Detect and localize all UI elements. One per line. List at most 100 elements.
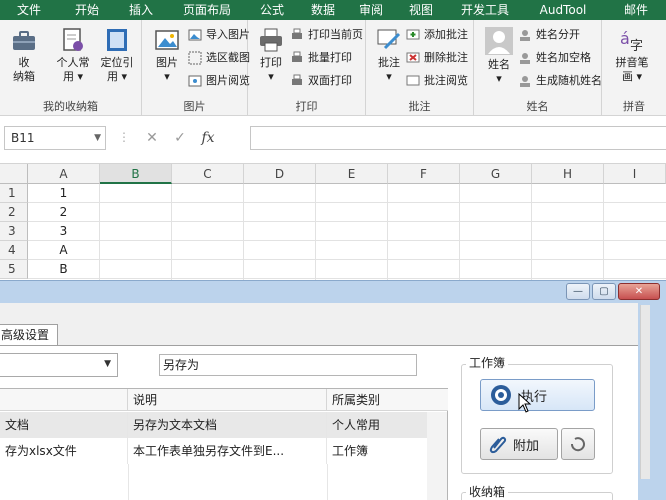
- add-comment-label: 添加批注: [424, 28, 468, 41]
- execute-button[interactable]: 执行: [480, 379, 595, 411]
- picture-button-label: 图片 ▾: [156, 56, 178, 83]
- table-row[interactable]: 存为xlsx文件 本工作表单独另存文件到E... 工作簿: [0, 438, 428, 464]
- locate-reference-label: 定位引 用 ▾: [100, 56, 134, 83]
- tab-developer[interactable]: 开发工具: [450, 0, 520, 20]
- function-table: 说明 所属类别 文档 另存为文本文档 个人常用 存为xlsx文件 本工作表单独另…: [0, 388, 448, 500]
- gear-icon: [491, 385, 511, 405]
- group-picture: 图片 ▾ 导入图片 选区截图 图片阅览 图片: [142, 20, 250, 116]
- fx-icon[interactable]: fx: [194, 130, 222, 146]
- column-header-d[interactable]: D: [244, 164, 316, 184]
- locate-reference-button[interactable]: 定位引 用 ▾: [96, 26, 138, 84]
- cancel-icon[interactable]: ✕: [138, 130, 166, 146]
- batch-print-button[interactable]: 批量打印: [290, 51, 352, 65]
- refresh-button[interactable]: [561, 428, 595, 460]
- random-name-button[interactable]: 生成随机姓名: [518, 74, 602, 88]
- row-header[interactable]: 5: [0, 260, 28, 279]
- name-space-button[interactable]: 姓名加空格: [518, 51, 591, 65]
- comment-button[interactable]: 批注 ▾: [374, 26, 404, 84]
- cell-a2[interactable]: 2: [28, 203, 100, 222]
- locate-panel-icon: [107, 29, 127, 51]
- dialog-scrollbar[interactable]: [640, 305, 650, 479]
- personal-common-label: 个人常 用 ▾: [56, 56, 90, 83]
- tab-formulas[interactable]: 公式: [248, 0, 296, 20]
- category-combo[interactable]: ▼: [0, 353, 118, 377]
- row-name-cell: 文档: [0, 412, 128, 438]
- toolbox-icon: [13, 31, 35, 50]
- tab-advanced-settings[interactable]: 高级设置: [0, 324, 58, 346]
- person-icon: [485, 27, 513, 55]
- tab-panel: ▼ 另存为 说明 所属类别 文档 另存为文本文档 个人常用 存为xlsx文件 本…: [0, 345, 638, 500]
- chevron-down-icon[interactable]: ▼: [104, 359, 111, 369]
- pinyin-stroke-button[interactable]: á 字 拼音笔 画 ▾: [610, 26, 654, 84]
- name-button[interactable]: 姓名 ▾: [482, 26, 516, 86]
- table-header-name[interactable]: [0, 389, 128, 411]
- refresh-icon: [570, 437, 585, 452]
- cell-a1[interactable]: 1: [28, 184, 100, 203]
- name-split-button[interactable]: 姓名分开: [518, 28, 580, 42]
- picture-browse-button[interactable]: 图片阅览: [188, 74, 250, 88]
- import-picture-button[interactable]: 导入图片: [188, 28, 250, 42]
- column-header-g[interactable]: G: [460, 164, 532, 184]
- tab-insert[interactable]: 插入: [116, 0, 166, 20]
- cell-a3[interactable]: 3: [28, 222, 100, 241]
- column-header-i[interactable]: I: [604, 164, 666, 184]
- tab-view[interactable]: 视图: [392, 0, 450, 20]
- table-scrollbar[interactable]: [427, 412, 447, 500]
- column-header-e[interactable]: E: [316, 164, 388, 184]
- storage-group-label: 收纳箱: [466, 483, 509, 500]
- comment-browse-icon: [406, 75, 420, 86]
- worksheet-grid: A B C D E F G H I 1 2 3 4 5 1 2 3 A B: [0, 164, 666, 280]
- table-row[interactable]: 文档 另存为文本文档 个人常用: [0, 412, 428, 438]
- cell-a5[interactable]: B: [28, 260, 100, 279]
- enter-icon[interactable]: ✓: [166, 130, 194, 146]
- close-button[interactable]: ✕: [618, 283, 660, 300]
- chevron-down-icon[interactable]: ▼: [94, 127, 101, 149]
- tab-home[interactable]: 开始: [58, 0, 116, 20]
- tool-dialog: — ▢ ✕ 高级设置 ▼ 另存为 说明 所属类别 文档 另存为文本文档 个人常用…: [0, 280, 666, 500]
- group-comment: 批注 ▾ 添加批注 删除批注 批注阅览 批注: [366, 20, 474, 116]
- window-controls: — ▢ ✕: [566, 283, 660, 300]
- formula-input[interactable]: [250, 126, 666, 150]
- tab-mail[interactable]: 邮件: [606, 0, 666, 20]
- column-header-a[interactable]: A: [28, 164, 100, 184]
- formula-bar: B11 ▼ ⋮ ✕ ✓ fx: [0, 116, 666, 164]
- row-header[interactable]: 1: [0, 184, 28, 203]
- selection-capture-button[interactable]: 选区截图: [188, 51, 250, 65]
- search-input[interactable]: 另存为: [159, 354, 417, 376]
- comment-browse-button[interactable]: 批注阅览: [406, 74, 468, 88]
- tab-data[interactable]: 数据: [296, 0, 350, 20]
- batch-print-label: 批量打印: [308, 51, 352, 64]
- tab-page-layout[interactable]: 页面布局: [166, 0, 248, 20]
- attach-button[interactable]: 附加: [480, 428, 558, 460]
- column-header-b[interactable]: B: [100, 164, 172, 184]
- row-header[interactable]: 4: [0, 241, 28, 260]
- print-button[interactable]: 打印 ▾: [256, 26, 286, 84]
- cell-a4[interactable]: A: [28, 241, 100, 260]
- column-header-f[interactable]: F: [388, 164, 460, 184]
- svg-text:á: á: [620, 29, 630, 48]
- add-comment-button[interactable]: 添加批注: [406, 28, 468, 42]
- tab-file[interactable]: 文件: [0, 0, 58, 20]
- print-button-label: 打印 ▾: [260, 56, 282, 83]
- minimize-button[interactable]: —: [566, 283, 590, 300]
- tab-audtool[interactable]: AudTool: [520, 0, 606, 20]
- row-header[interactable]: 2: [0, 203, 28, 222]
- table-header-category[interactable]: 所属类别: [327, 389, 448, 411]
- name-box[interactable]: B11 ▼: [4, 126, 106, 150]
- delete-comment-button[interactable]: 删除批注: [406, 51, 468, 65]
- row-header[interactable]: 3: [0, 222, 28, 241]
- group-label-storage: 我的收纳箱: [43, 100, 98, 113]
- select-all-corner[interactable]: [0, 164, 28, 184]
- print-current-page-button[interactable]: 打印当前页: [290, 28, 363, 42]
- table-header-desc[interactable]: 说明: [128, 389, 327, 411]
- row-name-cell: 存为xlsx文件: [0, 438, 128, 464]
- maximize-button[interactable]: ▢: [592, 283, 616, 300]
- personal-common-button[interactable]: 个人常 用 ▾: [52, 26, 94, 84]
- tab-review[interactable]: 审阅: [350, 0, 392, 20]
- duplex-print-button[interactable]: 双面打印: [290, 74, 352, 88]
- storage-button[interactable]: 收 纳箱: [6, 26, 42, 84]
- column-header-h[interactable]: H: [532, 164, 604, 184]
- storage-button-label: 收 纳箱: [13, 56, 35, 83]
- column-header-c[interactable]: C: [172, 164, 244, 184]
- picture-button[interactable]: 图片 ▾: [152, 26, 182, 84]
